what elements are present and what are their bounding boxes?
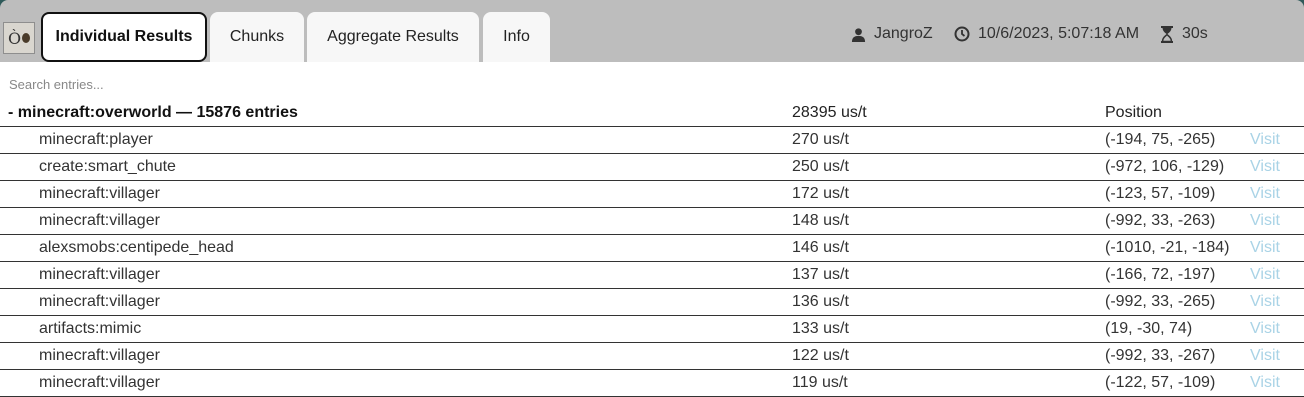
duration-info: 30s: [1160, 25, 1208, 43]
entity-position: (-123, 57, -109): [1105, 185, 1216, 202]
entity-time: 172 us/t: [792, 185, 849, 202]
logo-dot: [22, 33, 31, 43]
entity-name: minecraft:villager: [39, 374, 160, 391]
app-logo: Ò: [3, 22, 35, 54]
table-row: minecraft:villager 137 us/t (-166, 72, -19…: [0, 262, 1304, 289]
visit-link[interactable]: Visit: [1250, 266, 1280, 284]
entity-name: minecraft:villager: [39, 212, 160, 229]
entity-time: 146 us/t: [792, 239, 849, 256]
duration: 30s: [1182, 25, 1208, 42]
entity-position: (-992, 33, -265): [1105, 293, 1216, 310]
table-row: artifacts:mimic 133 us/t (19, -30, 74) Visi…: [0, 316, 1304, 343]
group-header-row[interactable]: - minecraft:overworld — 15876 entries 28…: [0, 100, 1304, 127]
table-row: minecraft:villager 119 us/t (-122, 57, -10…: [0, 370, 1304, 397]
entity-name: minecraft:villager: [39, 266, 160, 283]
tab-label: Chunks: [229, 28, 285, 45]
tab-label: Aggregate Results: [327, 28, 459, 45]
entity-position: (-1010, -21, -184): [1105, 239, 1230, 256]
entity-time: 270 us/t: [792, 131, 849, 148]
logo-glyph: Ò: [7, 28, 22, 48]
entity-time: 119 us/t: [792, 374, 848, 391]
visit-link[interactable]: Visit: [1250, 347, 1280, 365]
visit-link[interactable]: Visit: [1250, 374, 1280, 392]
visit-link[interactable]: Visit: [1250, 212, 1280, 230]
entity-time: 122 us/t: [792, 347, 849, 364]
entity-time: 250 us/t: [792, 158, 849, 175]
table-row: alexsmobs:centipede_head 146 us/t (-1010, …: [0, 235, 1304, 262]
visit-link[interactable]: Visit: [1250, 158, 1280, 176]
visit-link[interactable]: Visit: [1250, 239, 1280, 257]
entity-time: 133 us/t: [792, 320, 849, 337]
entity-name: artifacts:mimic: [39, 320, 142, 337]
entity-position: (-992, 33, -267): [1105, 347, 1216, 364]
clock-icon: [954, 26, 970, 42]
entity-name: alexsmobs:centipede_head: [39, 239, 234, 256]
tab-chunks[interactable]: Chunks: [210, 12, 304, 62]
table-row: minecraft:villager 172 us/t (-123, 57, -10…: [0, 181, 1304, 208]
group-time: 28395 us/t: [792, 104, 867, 121]
entity-time: 136 us/t: [792, 293, 849, 310]
entity-position: (-992, 33, -263): [1105, 212, 1216, 229]
tab-info[interactable]: Info: [483, 12, 550, 62]
timestamp-info: 10/6/2023, 5:07:18 AM: [954, 25, 1139, 43]
table-row: minecraft:villager 122 us/t (-992, 33, -26…: [0, 343, 1304, 370]
window-top-strip: [0, 0, 1304, 8]
entity-time: 148 us/t: [792, 212, 849, 229]
header-bar: Ò Individual Results Chunks Aggregate Re…: [0, 8, 1304, 62]
entity-name: minecraft:player: [39, 131, 153, 148]
table-row: minecraft:villager 148 us/t (-992, 33, -26…: [0, 208, 1304, 235]
visit-link[interactable]: Visit: [1250, 185, 1280, 203]
tab-label: Individual Results: [55, 28, 193, 45]
entity-name: minecraft:villager: [39, 293, 160, 310]
window-top-curve: [0, 0, 1304, 8]
table-row: create:smart_chute 250 us/t (-972, 106, -1…: [0, 154, 1304, 181]
entity-position: (19, -30, 74): [1105, 320, 1193, 337]
user-name: JangroZ: [874, 25, 933, 42]
tab-aggregate-results[interactable]: Aggregate Results: [307, 12, 479, 62]
visit-link[interactable]: Visit: [1250, 293, 1280, 311]
timestamp: 10/6/2023, 5:07:18 AM: [978, 25, 1140, 42]
tab-individual-results[interactable]: Individual Results: [41, 12, 207, 62]
entity-name: minecraft:villager: [39, 347, 160, 364]
user-info: JangroZ: [851, 25, 933, 43]
entity-time: 137 us/t: [792, 266, 849, 283]
hourglass-icon: [1161, 25, 1173, 43]
entity-name: create:smart_chute: [39, 158, 176, 175]
tab-label: Info: [503, 28, 530, 45]
entity-position: (-972, 106, -129): [1105, 158, 1225, 175]
search-input[interactable]: [0, 68, 1304, 100]
user-icon: [851, 27, 866, 42]
visit-link[interactable]: Visit: [1250, 320, 1280, 338]
entity-position: (-194, 75, -265): [1105, 131, 1216, 148]
visit-link[interactable]: Visit: [1250, 131, 1280, 149]
entity-position: (-166, 72, -197): [1105, 266, 1216, 283]
position-column-header: Position: [1105, 104, 1162, 121]
entity-position: (-122, 57, -109): [1105, 374, 1216, 391]
table-row: minecraft:player 270 us/t (-194, 75, -265)…: [0, 127, 1304, 154]
table-row: minecraft:villager 136 us/t (-992, 33, -26…: [0, 289, 1304, 316]
group-label[interactable]: - minecraft:overworld — 15876 entries: [8, 104, 298, 122]
entity-name: minecraft:villager: [39, 185, 160, 202]
